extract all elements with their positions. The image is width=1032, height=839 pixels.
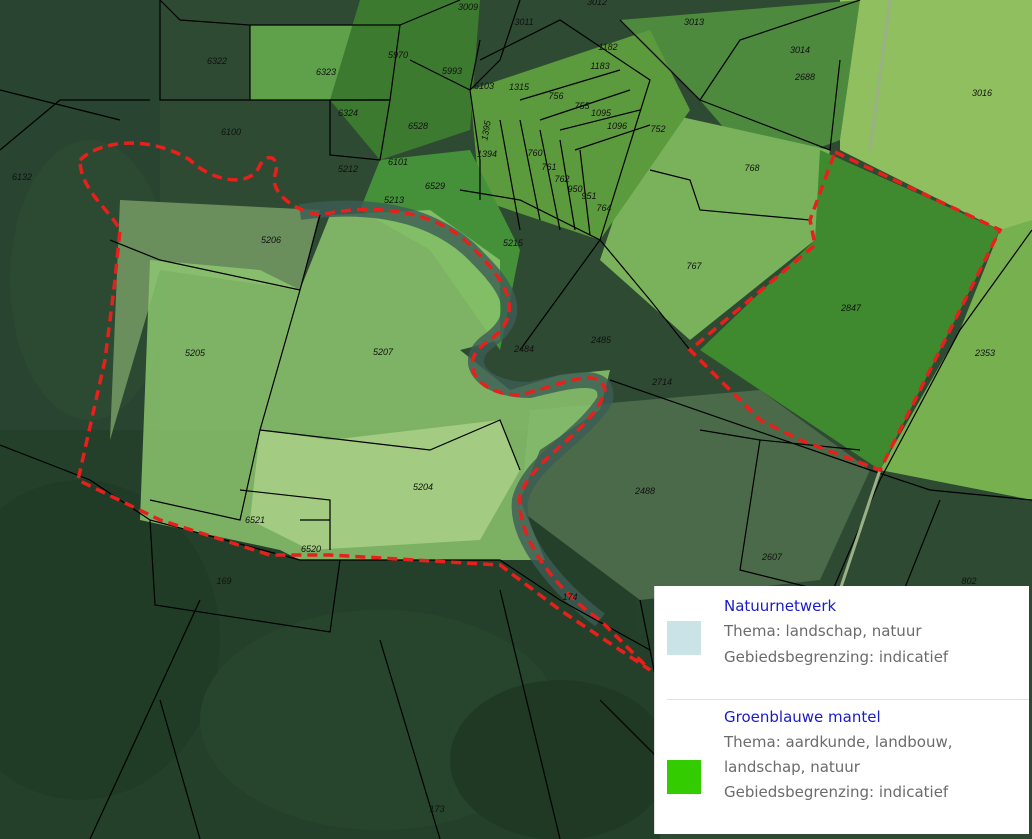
parcel-label: 6528 xyxy=(408,121,428,131)
parcel-label: 2485 xyxy=(590,335,612,345)
parcel-label: 3014 xyxy=(790,45,810,55)
parcel-label: 3011 xyxy=(514,17,533,27)
parcel-label: 6100 xyxy=(221,127,241,137)
parcel-label: 6132 xyxy=(12,172,32,182)
parcel-label: 761 xyxy=(541,162,556,172)
parcel-label: 756 xyxy=(548,91,563,101)
parcel-label: 6103 xyxy=(474,81,494,91)
parcel-label: 3012 xyxy=(587,0,607,7)
parcel-label: 1095 xyxy=(591,108,612,118)
parcel-label: 5970 xyxy=(388,50,408,60)
parcel-label: 5993 xyxy=(442,66,462,76)
legend-swatch xyxy=(667,621,701,655)
parcel-label: 767 xyxy=(686,261,702,271)
legend-item-natuurnetwerk[interactable]: Natuurnetwerk Thema: landschap, natuur G… xyxy=(655,586,1029,699)
legend-theme-continued: landschap, natuur xyxy=(724,758,860,776)
parcel-label: 764 xyxy=(596,203,611,213)
parcel-label: 2488 xyxy=(634,486,655,496)
parcel-label: 802 xyxy=(961,576,976,586)
parcel-label: 768 xyxy=(744,163,759,173)
parcel-label: 6101 xyxy=(388,157,408,167)
parcel-label: 3016 xyxy=(972,88,992,98)
parcel-label: 950 xyxy=(567,184,582,194)
parcel-label: 2484 xyxy=(513,344,534,354)
parcel-label: 6520 xyxy=(301,544,321,554)
parcel-label: 5207 xyxy=(373,347,394,357)
parcel-label: 1096 xyxy=(607,121,627,131)
parcel-label: 169 xyxy=(216,576,231,586)
parcel-label: 752 xyxy=(650,124,665,134)
legend-theme: Thema: aardkunde, landbouw, xyxy=(724,733,953,751)
legend-boundary-type: Gebiedsbegrenzing: indicatief xyxy=(724,783,949,801)
parcel-label: 5215 xyxy=(503,238,524,248)
parcel-label: 1183 xyxy=(590,61,609,71)
parcel-label: 6322 xyxy=(207,56,227,66)
map-legend: Natuurnetwerk Thema: landschap, natuur G… xyxy=(654,586,1029,834)
legend-swatch xyxy=(667,760,701,794)
parcel-label: 951 xyxy=(581,191,596,201)
legend-theme: Thema: landschap, natuur xyxy=(724,622,922,640)
parcel-label: 5212 xyxy=(338,164,358,174)
parcel-label: 6323 xyxy=(316,67,336,77)
parcel-label: 2847 xyxy=(840,303,862,313)
parcel-label: 1182 xyxy=(598,42,617,52)
legend-item-groenblauwe-mantel[interactable]: Groenblauwe mantel Thema: aardkunde, lan… xyxy=(655,700,1029,834)
legend-boundary-type: Gebiedsbegrenzing: indicatief xyxy=(724,648,949,666)
legend-title: Groenblauwe mantel xyxy=(724,708,881,726)
parcel-label: 3013 xyxy=(684,17,704,27)
parcel-label: 6324 xyxy=(338,108,358,118)
parcel-label: 5213 xyxy=(384,195,404,205)
parcel-label: 2688 xyxy=(794,72,815,82)
parcel-label: 755 xyxy=(574,101,590,111)
parcel-label: 1315 xyxy=(509,82,530,92)
parcel-label: 173 xyxy=(429,804,444,814)
legend-title: Natuurnetwerk xyxy=(724,597,837,615)
parcel-label: 5206 xyxy=(261,235,281,245)
parcel-label: 3009 xyxy=(458,2,478,12)
parcel-label: 1394 xyxy=(477,149,497,159)
parcel-label: 760 xyxy=(527,148,542,158)
parcel-label: 6521 xyxy=(245,515,265,525)
parcel-label: 5204 xyxy=(413,482,433,492)
parcel-label: 2353 xyxy=(974,348,995,358)
parcel-label: 174 xyxy=(562,592,577,602)
parcel-label: 2607 xyxy=(761,552,783,562)
parcel-label: 2714 xyxy=(651,377,672,387)
parcel-label: 5205 xyxy=(185,348,206,358)
parcel-label: 762 xyxy=(554,174,569,184)
parcel-label: 6529 xyxy=(425,181,445,191)
